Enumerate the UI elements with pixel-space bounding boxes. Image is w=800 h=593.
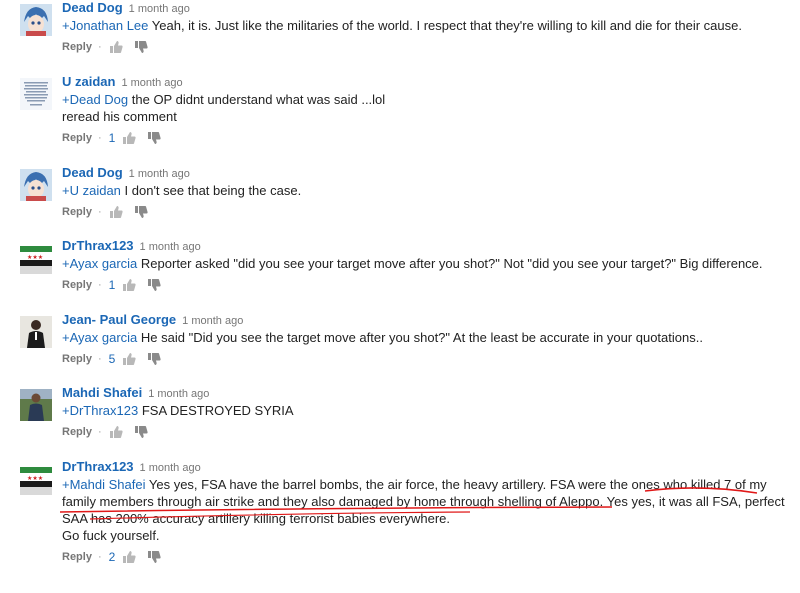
comment-text: family members through air strike and th… [62,494,785,509]
comment-time[interactable]: 1 month ago [182,315,243,327]
comment-text: reread his comment [62,109,177,124]
comment-time[interactable]: 1 month ago [148,388,209,400]
svg-text:★★★: ★★★ [27,254,43,261]
avatar[interactable] [20,4,52,36]
avatar[interactable] [20,389,52,421]
like-count: 1 [108,278,116,292]
separator-dot: · [97,551,102,563]
thumbs-up-icon[interactable] [122,278,136,292]
reply-button[interactable]: Reply [62,206,92,218]
separator-dot: · [97,426,102,438]
avatar[interactable] [20,316,52,348]
person-avatar-icon [20,389,52,421]
separator-dot: · [97,279,102,291]
comment-text: Reporter asked "did you see your target … [140,256,763,271]
mention-link[interactable]: +Dead Dog [62,92,128,107]
comment-text: FSA DESTROYED SYRIA [141,403,294,418]
reply-button[interactable]: Reply [62,41,92,53]
separator-dot: · [97,41,102,53]
comment-text: SAA has 200% accuracy artillery killing … [62,511,451,526]
thumbs-down-icon[interactable] [147,131,161,145]
thumbs-down-icon[interactable] [147,550,161,564]
thumbs-up-icon[interactable] [109,205,123,219]
reply-button[interactable]: Reply [62,132,92,144]
reply-button[interactable]: Reply [62,426,92,438]
comment-author[interactable]: DrThrax123 [62,459,134,474]
person-avatar-icon [20,316,52,348]
separator-dot: · [97,206,102,218]
avatar[interactable]: ★★★ [20,242,52,274]
comment-author[interactable]: U zaidan [62,74,115,89]
flag-avatar-icon: ★★★ [20,463,52,495]
anime-avatar-icon [20,169,52,201]
comment-author[interactable]: Mahdi Shafei [62,385,142,400]
reply-button[interactable]: Reply [62,353,92,365]
comment-time[interactable]: 1 month ago [140,241,201,253]
thumbs-up-icon[interactable] [122,550,136,564]
mention-link[interactable]: +Ayax garcia [62,256,137,271]
comment-author[interactable]: Dead Dog [62,165,123,180]
thumbs-down-icon[interactable] [134,205,148,219]
comment-author[interactable]: Jean- Paul George [62,312,176,327]
comment-time[interactable]: 1 month ago [129,3,190,15]
comment-text: Yes yes, FSA have the barrel bombs, the … [148,477,767,492]
comment-text: He said "Did you see the target move aft… [140,330,703,345]
thumbs-up-icon[interactable] [109,40,123,54]
comment-time[interactable]: 1 month ago [140,462,201,474]
mention-link[interactable]: +U zaidan [62,183,121,198]
comment-author[interactable]: Dead Dog [62,0,123,15]
mention-link[interactable]: +Jonathan Lee [62,18,148,33]
comment-text: Yeah, it is. Just like the militaries of… [151,18,742,33]
svg-text:★★★: ★★★ [27,475,43,482]
text-avatar-icon [20,78,52,110]
comment-author[interactable]: DrThrax123 [62,238,134,253]
separator-dot: · [97,132,102,144]
thumbs-down-icon[interactable] [147,278,161,292]
reply-button[interactable]: Reply [62,551,92,563]
thumbs-down-icon[interactable] [147,352,161,366]
thumbs-down-icon[interactable] [134,40,148,54]
like-count: 5 [108,352,116,366]
anime-avatar-icon [20,4,52,36]
thumbs-down-icon[interactable] [134,425,148,439]
avatar[interactable] [20,169,52,201]
avatar[interactable]: ★★★ [20,463,52,495]
thumbs-up-icon[interactable] [122,352,136,366]
mention-link[interactable]: +Mahdi Shafei [62,477,145,492]
comment-text: the OP didnt understand what was said ..… [131,92,386,107]
separator-dot: · [97,353,102,365]
like-count: 1 [108,131,116,145]
comment-time[interactable]: 1 month ago [121,77,182,89]
mention-link[interactable]: +DrThrax123 [62,403,138,418]
thumbs-up-icon[interactable] [109,425,123,439]
comment-text: I don't see that being the case. [124,183,302,198]
flag-avatar-icon: ★★★ [20,242,52,274]
reply-button[interactable]: Reply [62,279,92,291]
mention-link[interactable]: +Ayax garcia [62,330,137,345]
like-count: 2 [108,550,116,564]
comment-text: Go fuck yourself. [62,528,160,543]
thumbs-up-icon[interactable] [122,131,136,145]
comment-time[interactable]: 1 month ago [129,168,190,180]
avatar[interactable] [20,78,52,110]
